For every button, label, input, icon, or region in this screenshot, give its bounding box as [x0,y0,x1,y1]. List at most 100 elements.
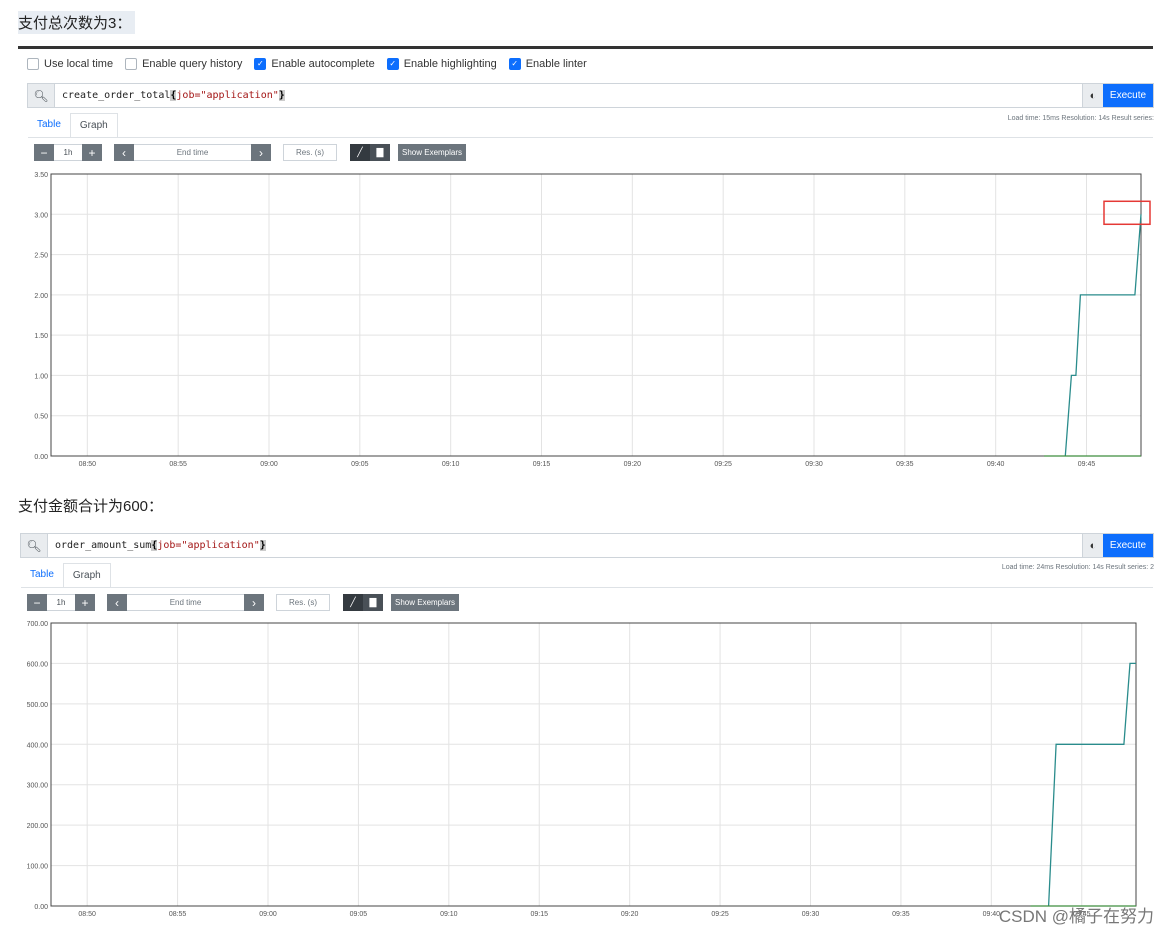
navbar-divider [18,46,1153,49]
show-exemplars-button[interactable]: Show Exemplars [398,144,467,161]
y-tick-label: 3.00 [34,212,48,219]
y-tick-label: 300.00 [27,783,49,790]
search-icon: 🔍︎ [28,84,55,107]
plot-frame [50,622,1137,907]
x-tick-label: 09:40 [983,911,1001,918]
option-enable-autocomplete[interactable]: ✓ Enable autocomplete [254,58,375,70]
x-tick-label: 09:20 [621,911,639,918]
search-icon: 🔍︎ [21,534,48,557]
y-tick-label: 0.00 [34,904,48,911]
option-enable-linter[interactable]: ✓ Enable linter [508,58,587,70]
graph-create-order-total: 0.00 0.50 1.00 1.50 2.00 2.50 3.00 3.50 08:50 08:… [34,172,1151,468]
expression-input[interactable]: create_order_total{job="application"} [55,84,1082,107]
x-tick-label: 08:50 [79,461,97,468]
tab-graph[interactable]: Graph [62,563,111,588]
tab-table[interactable]: Table [21,563,63,588]
stacked-chart-icon[interactable]: ▇ [363,594,383,611]
end-time-forward-button[interactable]: › [244,594,264,611]
stacked-chart-icon[interactable]: ▇ [370,144,390,161]
tab-graph[interactable]: Graph [69,113,118,138]
highlight-box [1103,200,1151,226]
end-time-back-button[interactable]: ‹ [114,144,134,161]
option-label: Enable highlighting [403,58,497,70]
option-enable-highlighting[interactable]: ✓ Enable highlighting [386,58,497,70]
expression-input-row: 🔍︎ order_amount_sum{job="application"} ◐… [20,533,1154,558]
panel-tabs: Table Graph [28,113,118,138]
resolution-input[interactable]: Res. (s) [276,594,330,611]
x-tick-label: 09:30 [802,911,820,918]
range-decrease-button[interactable]: − [27,594,47,611]
line-chart-icon[interactable]: ╱ [350,144,370,161]
option-use-local-time[interactable]: Use local time [27,58,113,70]
y-tick-label: 3.50 [34,172,48,179]
checkbox[interactable]: ✓ [508,58,521,70]
x-tick-label: 09:05 [350,911,368,918]
option-enable-query-history[interactable]: Enable query history [125,58,242,70]
panel-tabs: Table Graph [21,563,111,588]
x-tick-label: 09:25 [714,461,732,468]
range-increase-button[interactable]: + [82,144,102,161]
y-tick-label: 400.00 [27,742,49,749]
x-tick-label: 09:05 [351,461,369,468]
x-tick-label: 09:00 [260,461,278,468]
x-tick-label: 08:55 [169,911,187,918]
y-tick-label: 100.00 [27,864,49,871]
y-tick-label: 1.00 [34,373,48,380]
option-label: Enable linter [525,58,587,70]
x-tick-label: 09:20 [624,461,642,468]
watermark: CSDN @橘子在努力 [998,907,1154,926]
y-tick-label: 0.50 [34,414,48,421]
checkbox[interactable]: ✓ [386,58,399,70]
query-stats: Load time: 24ms Resolution: 14s Result s… [1001,564,1154,571]
y-tick-label: 500.00 [27,702,49,709]
y-tick-label: 600.00 [27,661,49,668]
range-input[interactable]: 1h [54,144,82,161]
x-tick-label: 09:45 [1078,461,1096,468]
end-time-back-button[interactable]: ‹ [107,594,127,611]
y-tick-label: 2.00 [34,293,48,300]
x-tick-label: 09:00 [259,911,277,918]
heading-order-count: 支付总次数为3： [18,11,136,34]
y-tick-label: 1.50 [34,333,48,340]
expression-input-row: 🔍︎ create_order_total{job="application"}… [27,83,1154,108]
graph-controls: − 1h + ‹ End time › Res. (s) ╱ ▇ Show Ex… [27,594,460,611]
tab-table[interactable]: Table [28,113,70,138]
end-time-forward-button[interactable]: › [251,144,271,161]
line-chart-icon[interactable]: ╱ [343,594,363,611]
x-tick-label: 09:25 [711,911,729,918]
x-tick-label: 09:40 [987,461,1005,468]
checkbox[interactable]: ✓ [254,58,267,70]
checkbox[interactable] [125,58,138,70]
range-input[interactable]: 1h [47,594,75,611]
tab-divider [28,137,1153,138]
metrics-explorer-icon[interactable]: ◐ [1082,84,1103,107]
end-time-input[interactable]: End time [127,594,244,611]
heading-order-amount: 支付金额合计为600： [18,498,164,515]
query-label-matcher: job="application" [176,90,279,101]
range-increase-button[interactable]: + [75,594,95,611]
graph-controls: − 1h + ‹ End time › Res. (s) ╱ ▇ Show Ex… [34,144,467,161]
x-tick-label: 08:55 [169,461,187,468]
option-label: Enable query history [142,58,243,70]
x-tick-label: 09:35 [896,461,914,468]
execute-button[interactable]: Execute [1103,534,1153,557]
plot-frame [50,173,1142,457]
expression-input[interactable]: order_amount_sum{job="application"} [48,534,1082,557]
x-tick-label: 09:15 [533,461,551,468]
y-tick-label: 700.00 [27,621,49,628]
metrics-explorer-icon[interactable]: ◐ [1082,534,1103,557]
y-tick-label: 0.00 [34,454,48,461]
tab-divider [21,587,1153,588]
query-metric: order_amount_sum [55,540,152,551]
range-decrease-button[interactable]: − [34,144,54,161]
x-tick-label: 09:15 [530,911,548,918]
end-time-input[interactable]: End time [134,144,251,161]
resolution-input[interactable]: Res. (s) [283,144,337,161]
execute-button[interactable]: Execute [1103,84,1153,107]
query-stats: Load time: 15ms Resolution: 14s Result s… [1007,115,1154,122]
checkbox[interactable] [27,58,39,70]
graph-order-amount-sum: 0.00 100.00 200.00 300.00 400.00 500.00 600.00… [27,621,1137,918]
option-label: Enable autocomplete [271,58,375,70]
show-exemplars-button[interactable]: Show Exemplars [391,594,460,611]
y-tick-label: 2.50 [34,253,48,260]
